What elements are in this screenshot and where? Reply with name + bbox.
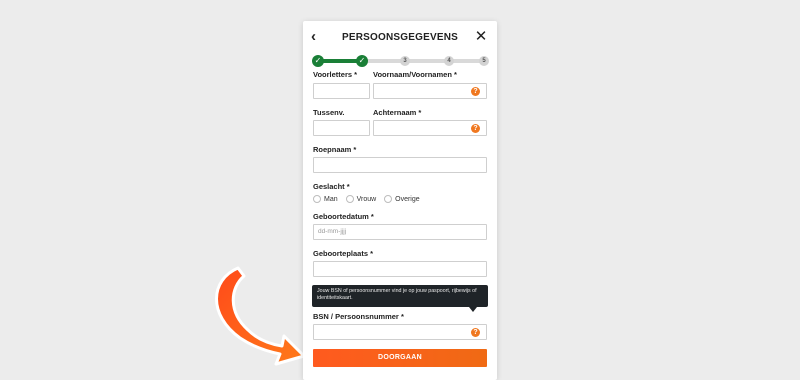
bsn-tooltip: Jouw BSN of persoonsnummer vind je op jo… (312, 285, 488, 307)
step-1-check-icon: ✓ (312, 55, 324, 67)
geboortedatum-label: Geboortedatum * (313, 212, 374, 221)
page-title: PERSOONSGEGEVENS (341, 32, 458, 43)
voornaam-label: Voornaam/Voornamen * (373, 70, 457, 79)
step-3: 3 (400, 56, 410, 66)
help-icon[interactable]: ? (471, 124, 480, 133)
personal-details-card: ‹ PERSOONSGEGEVENS ✕ ✓ ✓ 3 4 5 Voorlette… (303, 21, 497, 380)
progress-line-remaining (366, 59, 482, 63)
tooltip-tail (469, 307, 477, 312)
bsn-input[interactable]: ? (313, 324, 487, 340)
voornaam-input[interactable]: ? (373, 83, 487, 99)
geboorteplaats-input[interactable] (313, 261, 487, 277)
geslacht-radio-group: Man Vrouw Overige (313, 195, 426, 207)
pointer-arrow-icon (215, 266, 306, 366)
chevron-left-icon[interactable]: ‹ (311, 29, 327, 45)
radio-man[interactable]: Man (313, 195, 338, 203)
achternaam-label: Achternaam * (373, 108, 422, 117)
help-icon[interactable]: ? (471, 87, 480, 96)
step-4: 4 (444, 56, 454, 66)
tussenv-label: Tussenv. (313, 108, 345, 117)
radio-circle-icon (384, 195, 393, 203)
radio-circle-icon (313, 195, 321, 203)
help-icon[interactable]: ? (471, 328, 480, 337)
bsn-label: BSN / Persoonsnummer * (313, 312, 404, 321)
step-5: 5 (479, 56, 489, 66)
close-icon[interactable]: ✕ (473, 29, 489, 45)
step-2-check-icon: ✓ (356, 55, 368, 67)
radio-circle-icon (345, 195, 354, 203)
progress-stepper: ✓ ✓ 3 4 5 (312, 54, 489, 68)
roepnaam-input[interactable] (313, 157, 487, 173)
roepnaam-label: Roepnaam * (313, 145, 357, 154)
tussenv-input[interactable] (313, 120, 370, 136)
geboorteplaats-label: Geboorteplaats * (313, 249, 374, 258)
geslacht-label: Geslacht * (313, 182, 350, 191)
voorletters-input[interactable] (313, 83, 370, 99)
voorletters-label: Voorletters * (313, 70, 358, 79)
submit-button[interactable]: DOORGAAN (313, 349, 487, 367)
radio-overige[interactable]: Overige (384, 195, 420, 203)
geboortedatum-input[interactable]: dd-mm-jjjj (313, 224, 487, 240)
achternaam-input[interactable]: ? (373, 120, 487, 136)
radio-vrouw[interactable]: Vrouw (345, 195, 376, 203)
